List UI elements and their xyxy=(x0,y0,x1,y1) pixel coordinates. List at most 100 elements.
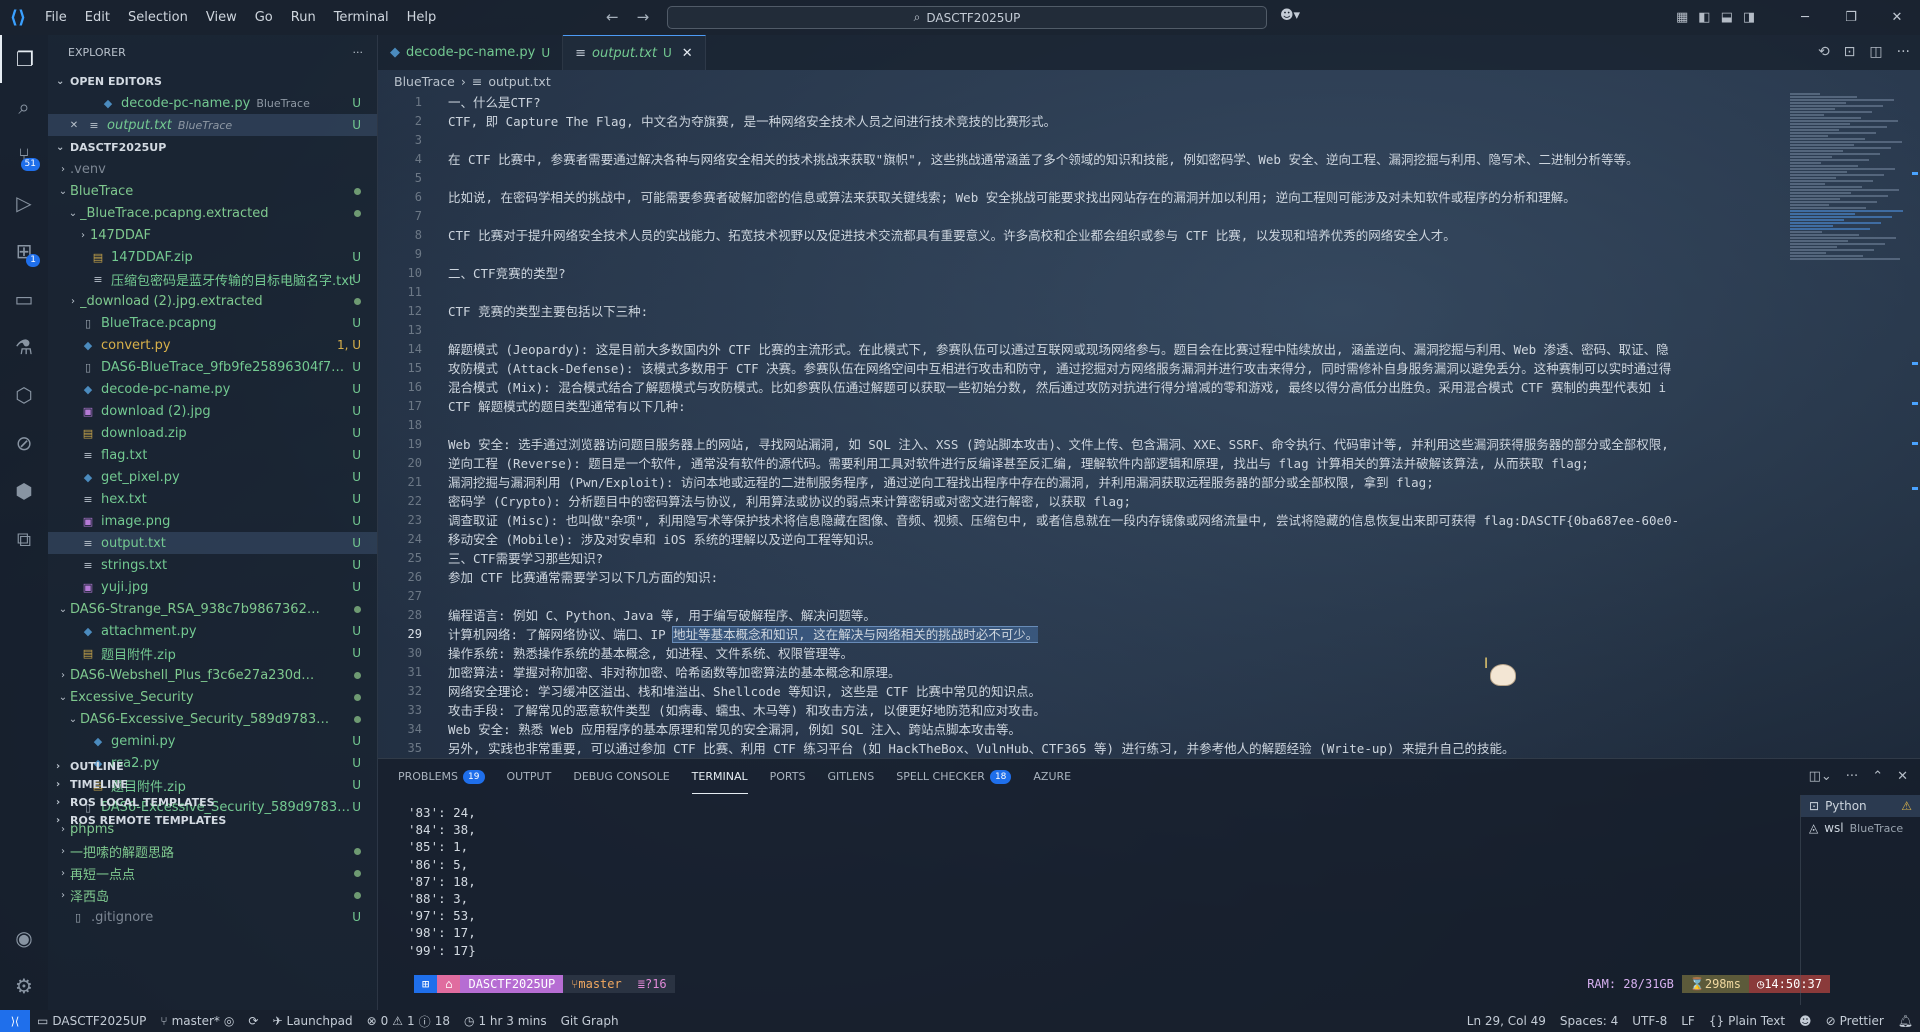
editor-line[interactable]: 25 三、CTF需要学习那些知识? xyxy=(378,548,1788,567)
editor-line[interactable]: 4 在 CTF 比赛中, 参赛者需要通过解决各种与网络安全相关的技术挑战来获取"旗… xyxy=(378,149,1788,168)
tree-folder[interactable]: ⌄DAS6-Excessive_Security_589d9783b3a7ae.… xyxy=(48,708,377,730)
tree-file[interactable]: ▯ DAS6-BlueTrace_9fb9fe25896304f7ec2d3a3.… xyxy=(48,356,377,378)
command-center-search[interactable]: ⌕ DASCTF2025UP xyxy=(667,6,1267,29)
status-problems[interactable]: ⊗ 0 ⚠ 1 ⓘ 18 xyxy=(360,1013,457,1030)
editor-line[interactable]: 34 Web 安全: 熟悉 Web 应用程序的基本原理和常见的安全漏洞, 例如 S… xyxy=(378,719,1788,738)
terminal-wsl[interactable]: ◬ wsl BlueTrace xyxy=(1801,817,1920,839)
remote-indicator-icon[interactable]: ⟩⟨ xyxy=(0,1010,30,1032)
editor-line[interactable]: 33 攻击手段: 了解常见的恶意软件类型 (如病毒、蠕虫、木马等) 和攻击方法, … xyxy=(378,700,1788,719)
editor-line[interactable]: 15 攻防模式 (Attack-Defense): 该模式多数用于 CTF 决赛。… xyxy=(378,358,1788,377)
tree-file[interactable]: ≡ strings.txt U xyxy=(48,554,377,576)
status-branch[interactable]: ⑂ master* ◎ xyxy=(153,1014,241,1028)
open-editor-item[interactable]: ◆ decode-pc-name.py BlueTrace U xyxy=(48,92,377,114)
panel-tab-spell-checker[interactable]: SPELL CHECKER 18 xyxy=(896,759,1012,794)
tree-file[interactable]: ▣ download (2).jpg U xyxy=(48,400,377,422)
menu-item-help[interactable]: Help xyxy=(398,0,446,35)
close-icon[interactable]: ✕ xyxy=(62,120,86,131)
tree-file[interactable]: ◆ attachment.py U xyxy=(48,620,377,642)
source-control-icon[interactable]: ⑂ 51 xyxy=(0,131,48,179)
ros-remote-templates-section[interactable]: › ROS REMOTE TEMPLATES xyxy=(48,809,378,831)
editor-line[interactable]: 3 xyxy=(378,130,1788,149)
tree-file[interactable]: ≡ 压缩包密码是蓝牙传输的目标电脑名字.txt U xyxy=(48,268,377,290)
editor-line[interactable]: 22 密码学 (Crypto): 分析题目中的密码算法与协议, 利用算法或协议的弱… xyxy=(378,491,1788,510)
status-eol[interactable]: LF xyxy=(1674,1014,1702,1028)
tree-folder[interactable]: › _download (2).jpg.extracted xyxy=(48,290,377,312)
editor-line[interactable]: 35 另外, 实践也非常重要, 可以通过参加 CTF 比赛、利用 CTF 练习平台… xyxy=(378,738,1788,757)
editor-line[interactable]: 1 一、什么是CTF? xyxy=(378,92,1788,111)
tab-decode-pc-name[interactable]: ◆ decode-pc-name.py U xyxy=(378,35,564,70)
close-tab-icon[interactable]: ✕ xyxy=(682,46,693,61)
panel-tab-ports[interactable]: PORTS xyxy=(770,759,806,794)
status-workspace[interactable]: ▭ DASCTF2025UP xyxy=(30,1014,153,1028)
tree-folder[interactable]: ⌄ BlueTrace xyxy=(48,180,377,202)
panel-tab-gitlens[interactable]: GITLENS xyxy=(827,759,874,794)
tree-folder[interactable]: › DAS6-Webshell_Plus_f3c6e27a230d3788c73.… xyxy=(48,664,377,686)
status-notifications[interactable]: 🔔︎ xyxy=(1891,1014,1920,1028)
gitlens-inspect-icon[interactable]: ⊘ xyxy=(0,419,48,467)
editor-line[interactable]: 2 CTF, 即 Capture The Flag, 中文名为夺旗赛, 是一种网络… xyxy=(378,111,1788,130)
menu-item-run[interactable]: Run xyxy=(282,0,325,35)
tree-file[interactable]: ◆ convert.py 1, U xyxy=(48,334,377,356)
editor-line[interactable]: 24 移动安全 (Mobile): 涉及对安卓和 iOS 系统的理解以及逆向工程等… xyxy=(378,529,1788,548)
tree-file[interactable]: ▯ BlueTrace.pcapng U xyxy=(48,312,377,334)
forward-arrow-icon[interactable]: → xyxy=(637,0,650,35)
copilot-icon[interactable]: ☻▾ xyxy=(1280,8,1300,23)
editor-line[interactable]: 32 网络安全理论: 学习缓冲区溢出、栈和堆溢出、Shellcode 等知识, 这… xyxy=(378,681,1788,700)
restore-icon[interactable]: ❐ xyxy=(1828,0,1874,35)
tree-file[interactable]: ≡ hex.txt U xyxy=(48,488,377,510)
tree-file[interactable]: ≡ flag.txt U xyxy=(48,444,377,466)
panel-tab-problems[interactable]: PROBLEMS 19 xyxy=(398,759,485,794)
manage-gear-icon[interactable]: ⚙ xyxy=(0,962,48,1010)
toggle-panel-icon[interactable]: ⬓ xyxy=(1721,0,1733,35)
menu-item-go[interactable]: Go xyxy=(246,0,282,35)
terminal-output[interactable]: '83': 24, '84': 38, '85': 1, '86': 5, '87': … xyxy=(408,805,476,960)
editor-line[interactable]: 16 混合模式 (Mix): 混合模式结合了解题模式与攻防模式。比如参赛队伍通过解… xyxy=(378,377,1788,396)
extensions-icon[interactable]: ⊞ 1 xyxy=(0,227,48,275)
menu-item-edit[interactable]: Edit xyxy=(76,0,119,35)
editor-line[interactable]: 21 漏洞挖掘与漏洞利用 (Pwn/Exploit): 访问本地或远程的二进制服务… xyxy=(378,472,1788,491)
editor-line[interactable]: 12 CTF 竞赛的类型主要包括以下三种: xyxy=(378,301,1788,320)
tree-folder[interactable]: ⌄DAS6-Strange_RSA_938c7b986736231ce9fd..… xyxy=(48,598,377,620)
tree-folder[interactable]: › .venv xyxy=(48,158,377,180)
editor-line[interactable]: 20 逆向工程 (Reverse): 题目是一个软件, 通常没有软件的源代码。需要… xyxy=(378,453,1788,472)
editor-scrollbar[interactable] xyxy=(1912,92,1918,757)
close-panel-icon[interactable]: ✕ xyxy=(1897,759,1908,794)
toggle-sidebar-icon[interactable]: ◧ xyxy=(1698,0,1710,35)
open-editor-item[interactable]: ✕ ≡ output.txt BlueTrace U xyxy=(48,114,377,136)
tree-folder[interactable]: › 再短一点点 xyxy=(48,862,377,884)
python-icon[interactable]: ⬢ xyxy=(0,467,48,515)
containers-icon[interactable]: ⬡ xyxy=(0,371,48,419)
status-language[interactable]: {} Plain Text xyxy=(1702,1014,1792,1028)
status-spaces[interactable]: Spaces: 4 xyxy=(1553,1014,1625,1028)
editor-line[interactable]: 30 操作系统: 熟悉操作系统的基本概念, 如进程、文件系统、权限管理等。 xyxy=(378,643,1788,662)
workspace-header[interactable]: ⌄ DASCTF2025UP xyxy=(48,136,377,158)
menu-item-terminal[interactable]: Terminal xyxy=(325,0,398,35)
code-editor[interactable]: 1 一、什么是CTF? 2 CTF, 即 Capture The Flag, 中文名为… xyxy=(378,92,1788,757)
editor-line[interactable]: 27 xyxy=(378,586,1788,605)
tree-file[interactable]: ◆ decode-pc-name.py U xyxy=(48,378,377,400)
status-position[interactable]: Ln 29, Col 49 xyxy=(1460,1014,1553,1028)
menu-item-selection[interactable]: Selection xyxy=(119,0,197,35)
panel-tab-terminal[interactable]: TERMINAL xyxy=(691,759,748,794)
more-actions-icon[interactable]: ··· xyxy=(353,46,364,59)
terminal-python[interactable]: ⊡ Python ⚠ xyxy=(1801,795,1920,817)
editor-line[interactable]: 18 xyxy=(378,415,1788,434)
minimap[interactable] xyxy=(1790,92,1908,757)
editor-line[interactable]: 8 CTF 比赛对于提升网络安全技术人员的实战能力、拓宽技术视野以及促进技术交流都… xyxy=(378,225,1788,244)
explorer-icon[interactable]: ❐ xyxy=(0,35,48,83)
menu-item-view[interactable]: View xyxy=(197,0,246,35)
customize-layout-icon[interactable]: ▦ xyxy=(1676,0,1688,35)
editor-line[interactable]: 5 xyxy=(378,168,1788,187)
tree-folder[interactable]: › 一把嗦的解题思路 xyxy=(48,840,377,862)
status-launchpad[interactable]: ✈ Launchpad xyxy=(265,1014,359,1028)
panel-tab-debug-console[interactable]: DEBUG CONSOLE xyxy=(573,759,669,794)
editor-line[interactable]: 6 比如说, 在密码学相关的挑战中, 可能需要参赛者破解加密的信息或算法来获取关键… xyxy=(378,187,1788,206)
editor-line[interactable]: 11 xyxy=(378,282,1788,301)
breadcrumb-folder[interactable]: BlueTrace xyxy=(394,74,455,89)
tree-folder[interactable]: ⌄ Excessive_Security xyxy=(48,686,377,708)
editor-line[interactable]: 10 二、CTF竞赛的类型? xyxy=(378,263,1788,282)
ros-icon[interactable]: ⧉ xyxy=(0,515,48,563)
status-copilot[interactable]: ☻ xyxy=(1792,1014,1819,1028)
tree-file[interactable]: ▯ .gitignore U xyxy=(48,906,377,928)
status-sync[interactable]: ⟳ xyxy=(241,1014,265,1028)
